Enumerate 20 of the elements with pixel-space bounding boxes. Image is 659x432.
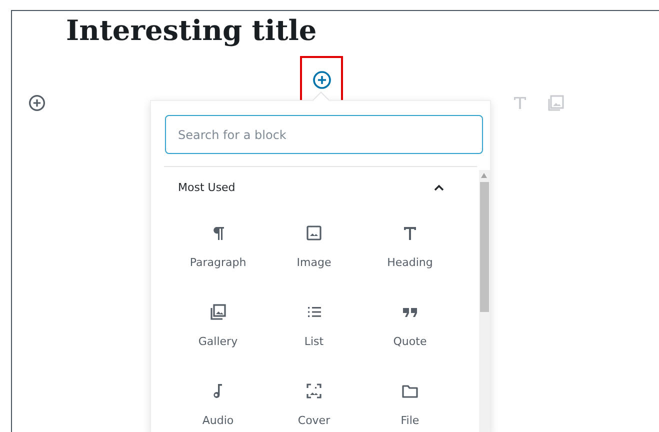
post-title: Interesting title [66,14,317,48]
add-icon [312,70,332,90]
block-type-button[interactable]: Paragraph [170,209,266,288]
block-type-button[interactable]: Gallery [170,288,266,367]
block-type-button[interactable]: List [266,288,362,367]
block-type-button[interactable]: Heading [362,209,458,288]
scrollbar[interactable] [479,170,490,432]
image-icon [304,223,324,243]
block-type-button[interactable]: Quote [362,288,458,367]
add-icon[interactable] [28,94,46,112]
section-label: Most Used [178,180,236,196]
gallery-icon[interactable] [546,93,566,113]
block-type-button[interactable]: File [362,367,458,432]
scroll-up-icon[interactable] [481,173,488,178]
cover-icon [304,381,324,401]
block-type-button[interactable]: Image [266,209,362,288]
gallery-icon [208,302,228,322]
block-type-button[interactable]: Cover [266,367,362,432]
block-type-button[interactable]: Audio [170,367,266,432]
search-field[interactable]: Search for a block [165,115,483,154]
